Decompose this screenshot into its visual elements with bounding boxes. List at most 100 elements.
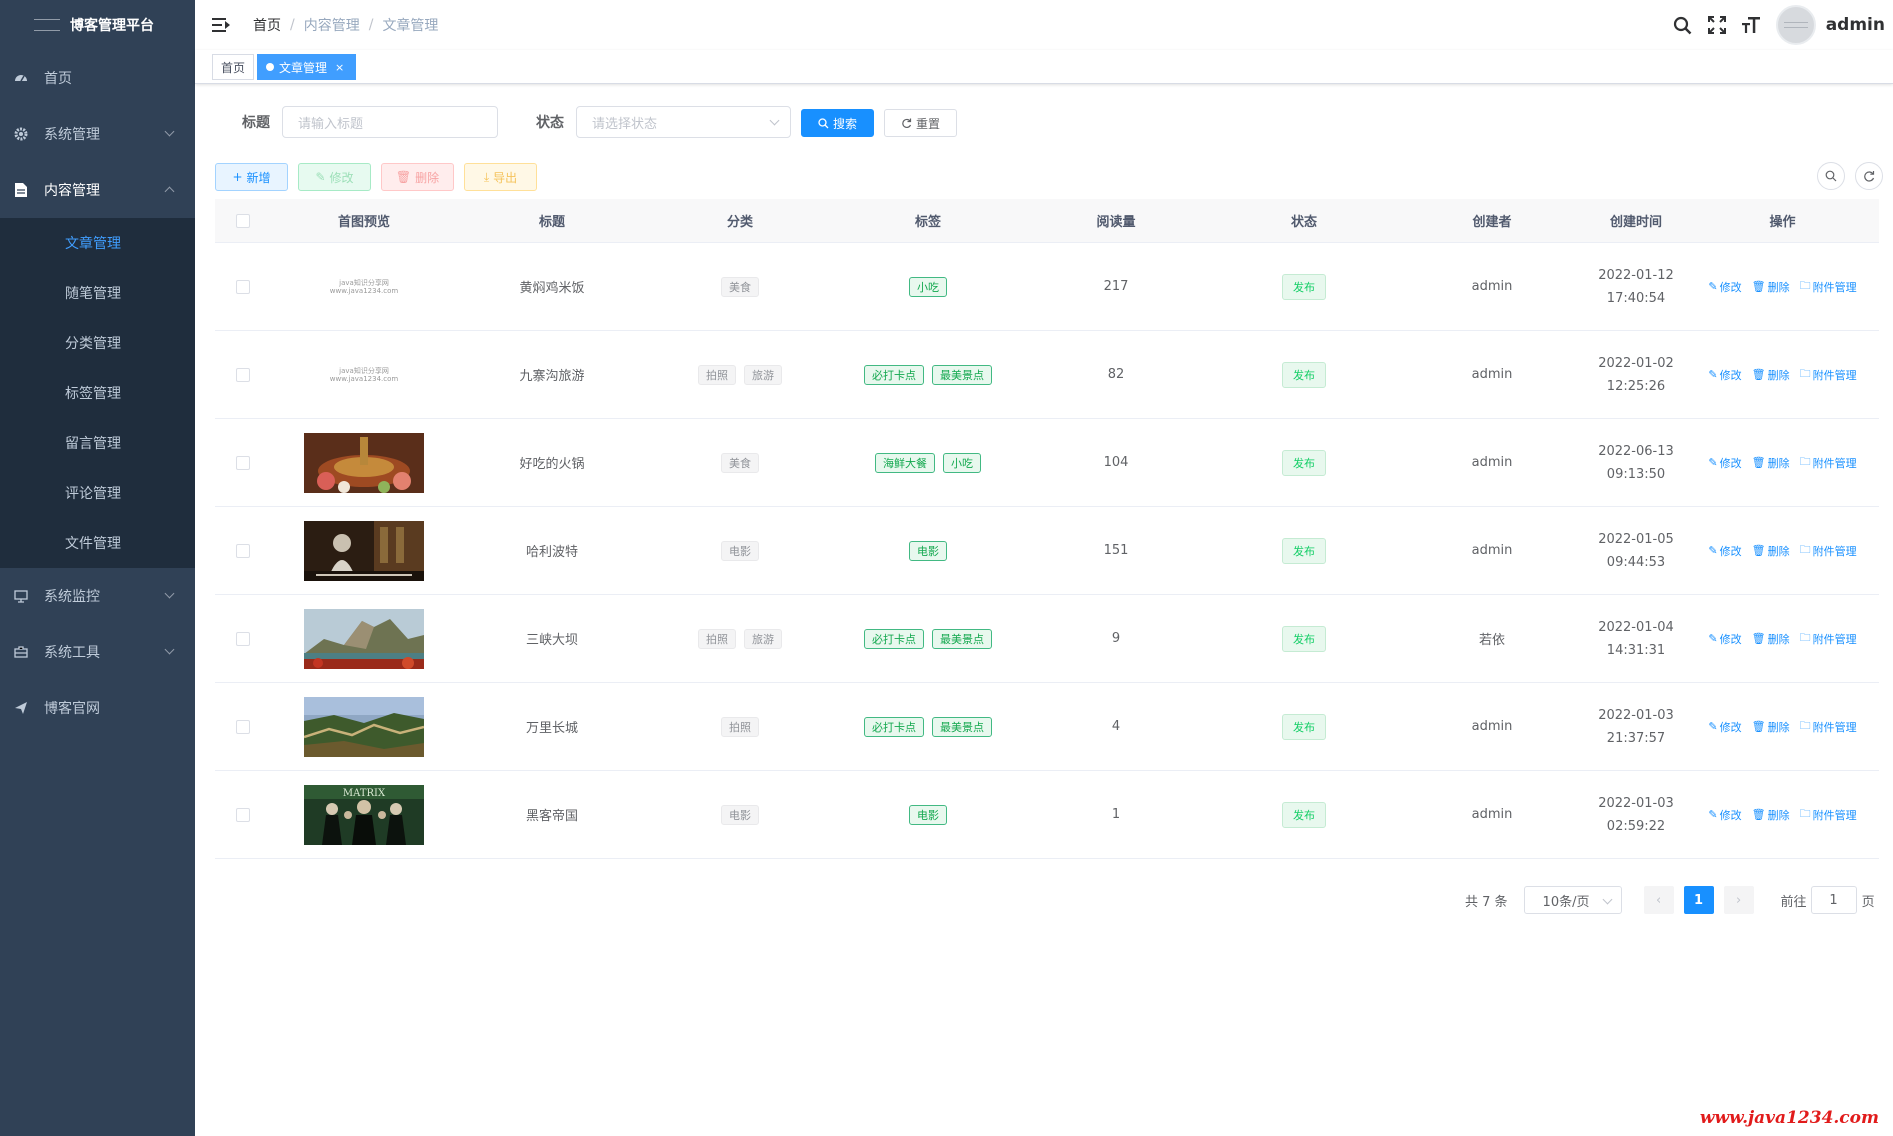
article-cover-image[interactable]: java知识分享网 www.java1234.com <box>304 344 424 405</box>
next-page-button[interactable]: › <box>1723 886 1754 914</box>
delete-button[interactable]: 🗑 删除 <box>381 163 454 191</box>
refresh-icon <box>1864 171 1875 182</box>
image-caption-line: java知识分享网 <box>339 278 389 287</box>
submenu-item-comments[interactable]: 评论管理 <box>0 468 195 518</box>
sidebar-item-tools[interactable]: 系统工具 <box>0 624 195 680</box>
submenu-item-categories[interactable]: 分类管理 <box>0 318 195 368</box>
fullscreen-icon[interactable] <box>1706 14 1728 36</box>
column-header: 首图预览 <box>337 215 390 230</box>
refresh-button[interactable] <box>1855 162 1883 190</box>
edit-link[interactable]: ✎ 修改 <box>1708 453 1741 472</box>
article-cover-image[interactable]: java知识分享网 www.java1234.com <box>304 256 424 317</box>
label-tag: 必打卡点 <box>864 364 924 385</box>
chevron-down-icon <box>769 115 780 126</box>
edit-link[interactable]: ✎ 修改 <box>1708 805 1741 824</box>
sidebar-item-blog-site[interactable]: 博客官网 <box>0 680 195 736</box>
export-button[interactable]: ⤓ 导出 <box>464 163 537 191</box>
action-label: 附件管理 <box>1812 720 1857 734</box>
table-row: java知识分享网 www.java1234.com 九寨沟旅游 拍照 旅游 必打卡点 最美… <box>215 331 1879 419</box>
font-size-icon[interactable] <box>1740 14 1762 36</box>
row-checkbox[interactable] <box>235 279 250 294</box>
sidebar-item-monitor[interactable]: 系统监控 <box>0 568 195 624</box>
submenu-item-messages[interactable]: 留言管理 <box>0 418 195 468</box>
attachment-link[interactable]: 🗀 附件管理 <box>1800 805 1857 824</box>
tag-articles[interactable]: 文章管理 × <box>257 54 356 80</box>
folder-icon: 🗀 <box>1799 543 1811 556</box>
folder-icon: 🗀 <box>1799 719 1811 732</box>
article-cover-image[interactable] <box>304 696 424 757</box>
edit-link[interactable]: ✎ 修改 <box>1708 717 1741 736</box>
column-header: 创建时间 <box>1609 215 1662 230</box>
search-button[interactable]: 搜索 <box>801 109 874 137</box>
chevron-up-icon <box>164 186 175 197</box>
sidebar-item-home[interactable]: 首页 <box>0 50 195 106</box>
edit-link[interactable]: ✎ 修改 <box>1708 365 1741 384</box>
edit-icon: ✎ <box>1708 456 1718 469</box>
select-placeholder: 请选择状态 <box>592 116 658 132</box>
breadcrumb-item-content[interactable]: 内容管理 <box>304 15 360 35</box>
action-label: 修改 <box>1719 368 1742 382</box>
action-label: 修改 <box>1719 808 1742 822</box>
delete-link[interactable]: 🗑 删除 <box>1752 453 1790 472</box>
sidebar-item-system[interactable]: 系统管理 <box>0 106 195 162</box>
delete-link[interactable]: 🗑 删除 <box>1752 365 1790 384</box>
creator: admin <box>1471 455 1513 470</box>
title-search-input[interactable]: 请输入标题 <box>282 106 498 138</box>
tag-home[interactable]: 首页 <box>212 54 255 80</box>
table-row: 好吃的火锅 美食 海鲜大餐 小吃 104 发布 admin 2022-06-13 09:13:5… <box>215 419 1879 507</box>
attachment-link[interactable]: 🗀 附件管理 <box>1800 629 1857 648</box>
sidebar-item-content[interactable]: 内容管理 <box>0 162 195 218</box>
article-cover-image[interactable] <box>304 520 424 581</box>
article-title: 好吃的火锅 <box>519 457 585 472</box>
folder-icon: 🗀 <box>1799 631 1811 644</box>
goto-page-input[interactable]: 1 <box>1810 886 1857 914</box>
avatar[interactable] <box>1775 5 1816 45</box>
label-tag: 必打卡点 <box>864 628 924 649</box>
attachment-link[interactable]: 🗀 附件管理 <box>1800 453 1857 472</box>
submenu-item-essays[interactable]: 随笔管理 <box>0 268 195 318</box>
delete-link[interactable]: 🗑 删除 <box>1752 629 1790 648</box>
edit-link[interactable]: ✎ 修改 <box>1708 629 1741 648</box>
username[interactable]: admin <box>1826 15 1885 35</box>
page-number[interactable]: 1 <box>1683 886 1714 914</box>
status-select[interactable]: 请选择状态 <box>576 106 791 138</box>
page-size-select[interactable]: 10条/页 <box>1523 886 1622 914</box>
submenu-item-files[interactable]: 文件管理 <box>0 518 195 568</box>
row-checkbox[interactable] <box>235 719 250 734</box>
edit-link[interactable]: ✎ 修改 <box>1708 541 1741 560</box>
delete-link[interactable]: 🗑 删除 <box>1752 277 1790 296</box>
submenu-item-tags[interactable]: 标签管理 <box>0 368 195 418</box>
status-badge: 发布 <box>1282 801 1326 828</box>
attachment-link[interactable]: 🗀 附件管理 <box>1800 277 1857 296</box>
article-cover-image[interactable] <box>304 432 424 493</box>
row-checkbox[interactable] <box>235 807 250 822</box>
attachment-link[interactable]: 🗀 附件管理 <box>1800 365 1857 384</box>
sidebar-logo[interactable]: 博客管理平台 <box>0 0 195 50</box>
category-tag: 拍照 <box>698 364 736 385</box>
edit-button[interactable]: ✎ 修改 <box>298 163 371 191</box>
submenu-item-articles[interactable]: 文章管理 <box>0 218 195 268</box>
row-checkbox[interactable] <box>235 631 250 646</box>
close-icon[interactable]: × <box>335 61 344 74</box>
search-icon[interactable] <box>1672 14 1694 36</box>
reset-button[interactable]: 重置 <box>884 109 957 137</box>
attachment-link[interactable]: 🗀 附件管理 <box>1800 717 1857 736</box>
row-checkbox[interactable] <box>235 455 250 470</box>
row-checkbox[interactable] <box>235 367 250 382</box>
prev-page-button[interactable]: ‹ <box>1643 886 1674 914</box>
article-cover-image[interactable] <box>304 608 424 669</box>
delete-link[interactable]: 🗑 删除 <box>1752 805 1790 824</box>
trash-icon: 🗑 <box>1751 368 1766 381</box>
status-badge: 发布 <box>1282 625 1326 652</box>
breadcrumb-item-home[interactable]: 首页 <box>253 15 281 35</box>
toggle-search-button[interactable] <box>1817 162 1845 190</box>
edit-link[interactable]: ✎ 修改 <box>1708 277 1741 296</box>
delete-link[interactable]: 🗑 删除 <box>1752 717 1790 736</box>
hamburger-icon[interactable] <box>212 18 230 32</box>
add-button[interactable]: + 新增 <box>215 163 288 191</box>
article-cover-image[interactable]: MATRIX <box>304 784 424 845</box>
select-all-checkbox[interactable] <box>235 213 250 228</box>
attachment-link[interactable]: 🗀 附件管理 <box>1800 541 1857 560</box>
row-checkbox[interactable] <box>235 543 250 558</box>
delete-link[interactable]: 🗑 删除 <box>1752 541 1790 560</box>
